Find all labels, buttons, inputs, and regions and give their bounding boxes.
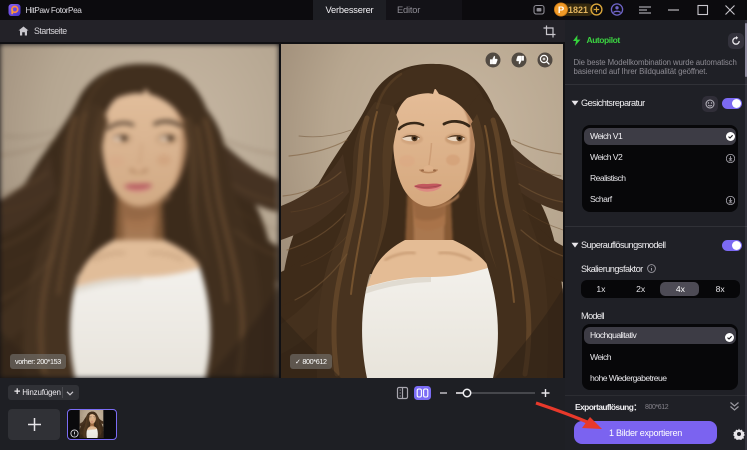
svg-text:P: P (558, 5, 565, 16)
svg-text:1821: 1821 (568, 5, 588, 15)
